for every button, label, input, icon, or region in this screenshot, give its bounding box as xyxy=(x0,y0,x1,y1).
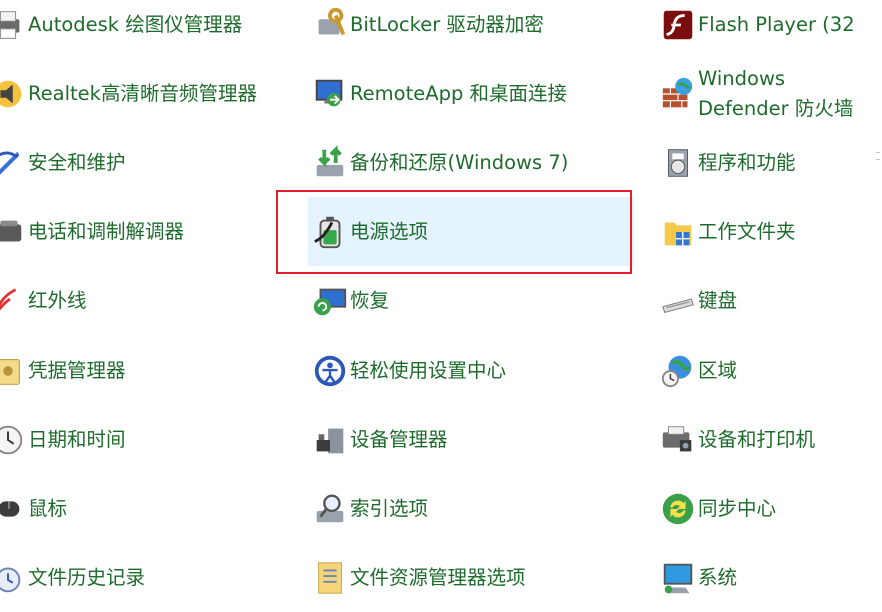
cp-item-label: Autodesk 绘图仪管理器 xyxy=(28,12,243,36)
cp-item-label: 同步中心 xyxy=(698,496,777,520)
cp-item-label: 凭据管理器 xyxy=(28,358,126,382)
mouse-icon xyxy=(0,487,30,531)
cp-item[interactable]: 电源选项 xyxy=(308,197,634,266)
backup-icon xyxy=(308,141,352,185)
cp-item-label: Windows Defender 防火墙 xyxy=(698,66,854,120)
cp-item[interactable]: Windows Defender 防火墙 xyxy=(656,59,882,128)
cp-item-label: 恢复 xyxy=(350,288,390,312)
remoteapp-icon xyxy=(308,72,352,116)
cp-item-label: BitLocker 驱动器加密 xyxy=(350,12,544,36)
cp-item-label: 日期和时间 xyxy=(28,427,126,451)
cp-item-label: 电源选项 xyxy=(350,219,429,243)
cp-item-label: RemoteApp 和桌面连接 xyxy=(350,81,568,105)
cp-item-label: 工作文件夹 xyxy=(698,219,796,243)
cp-item-label: 电话和调制解调器 xyxy=(28,219,185,243)
cp-item[interactable]: 同步中心 xyxy=(656,474,882,543)
cp-item[interactable]: 凭据管理器 xyxy=(0,336,284,405)
file-history-icon xyxy=(0,556,30,600)
cp-item[interactable]: 日期和时间 xyxy=(0,405,284,474)
cp-item[interactable]: 键盘 xyxy=(656,266,882,335)
cp-item[interactable]: 设备和打印机 xyxy=(656,405,882,474)
cp-item[interactable]: 区域 xyxy=(656,336,882,405)
cp-item[interactable]: 红外线 xyxy=(0,266,284,335)
cp-item-label: 安全和维护 xyxy=(28,150,126,174)
cp-item[interactable]: 设备管理器 xyxy=(308,405,634,474)
cp-item[interactable]: RemoteApp 和桌面连接 xyxy=(308,59,634,128)
programs-icon xyxy=(656,141,700,185)
control-panel-items: Autodesk 绘图仪管理器 Realtek高清晰音频管理器 安全和维护电话和调制… xyxy=(0,0,882,599)
cp-item[interactable]: 文件历史记录 xyxy=(0,543,284,612)
firewall-icon xyxy=(656,72,700,116)
ease-of-access-icon xyxy=(308,349,352,393)
flag-icon xyxy=(0,141,30,185)
cp-item-label: 轻松使用设置中心 xyxy=(350,358,507,382)
clock-icon xyxy=(0,418,30,462)
bitlocker-icon xyxy=(308,3,352,47)
scroll-marker xyxy=(876,159,880,160)
indexing-icon xyxy=(308,487,352,531)
cp-item-label: 文件资源管理器选项 xyxy=(350,565,526,589)
battery-icon xyxy=(308,210,352,254)
region-icon xyxy=(656,349,700,393)
sync-icon xyxy=(656,487,700,531)
cp-item[interactable]: 索引选项 xyxy=(308,474,634,543)
cp-item-label: 设备管理器 xyxy=(350,427,448,451)
cp-item-label: 区域 xyxy=(698,358,738,382)
speaker-icon xyxy=(0,72,30,116)
vault-icon xyxy=(0,349,30,393)
cp-item-label: 系统 xyxy=(698,565,738,589)
cp-item-label: 键盘 xyxy=(698,288,738,312)
cp-item[interactable]: Flash Player (32 xyxy=(656,0,882,59)
cp-item[interactable]: 备份和还原(Windows 7) xyxy=(308,128,634,197)
cp-item[interactable]: 恢复 xyxy=(308,266,634,335)
cp-item[interactable]: 鼠标 xyxy=(0,474,284,543)
system-icon xyxy=(656,556,700,600)
cp-item-label: Realtek高清晰音频管理器 xyxy=(28,81,257,105)
cp-item-label: 文件历史记录 xyxy=(28,565,146,589)
cp-item[interactable]: Realtek高清晰音频管理器 xyxy=(0,59,284,128)
cp-item[interactable]: 电话和调制解调器 xyxy=(0,197,284,266)
folder-options-icon xyxy=(308,556,352,600)
cp-item[interactable]: 程序和功能 xyxy=(656,128,882,197)
cp-item[interactable]: BitLocker 驱动器加密 xyxy=(308,0,634,59)
cp-item[interactable]: 工作文件夹 xyxy=(656,197,882,266)
phone-icon xyxy=(0,210,30,254)
printer-icon xyxy=(0,3,30,47)
cp-item-label: 鼠标 xyxy=(28,496,68,520)
cp-item[interactable]: 系统 xyxy=(656,543,882,612)
cp-item[interactable]: 安全和维护 xyxy=(0,128,284,197)
cp-item-label: 红外线 xyxy=(28,288,87,312)
flash-icon xyxy=(656,3,700,47)
cp-item-label: 设备和打印机 xyxy=(698,427,816,451)
cp-item-label: 程序和功能 xyxy=(698,150,796,174)
work-folders-icon xyxy=(656,210,700,254)
keyboard-icon xyxy=(656,279,700,323)
cp-item-label: 索引选项 xyxy=(350,496,429,520)
cp-item[interactable]: Autodesk 绘图仪管理器 xyxy=(0,0,284,59)
cp-item[interactable]: 文件资源管理器选项 xyxy=(308,543,634,612)
recovery-icon xyxy=(308,279,352,323)
cp-item-label: Flash Player (32 xyxy=(698,12,855,36)
scroll-marker xyxy=(876,152,880,153)
devices-printers-icon xyxy=(656,418,700,462)
infrared-icon xyxy=(0,279,30,323)
device-manager-icon xyxy=(308,418,352,462)
cp-item[interactable]: 轻松使用设置中心 xyxy=(308,336,634,405)
cp-item-label: 备份和还原(Windows 7) xyxy=(350,150,569,174)
